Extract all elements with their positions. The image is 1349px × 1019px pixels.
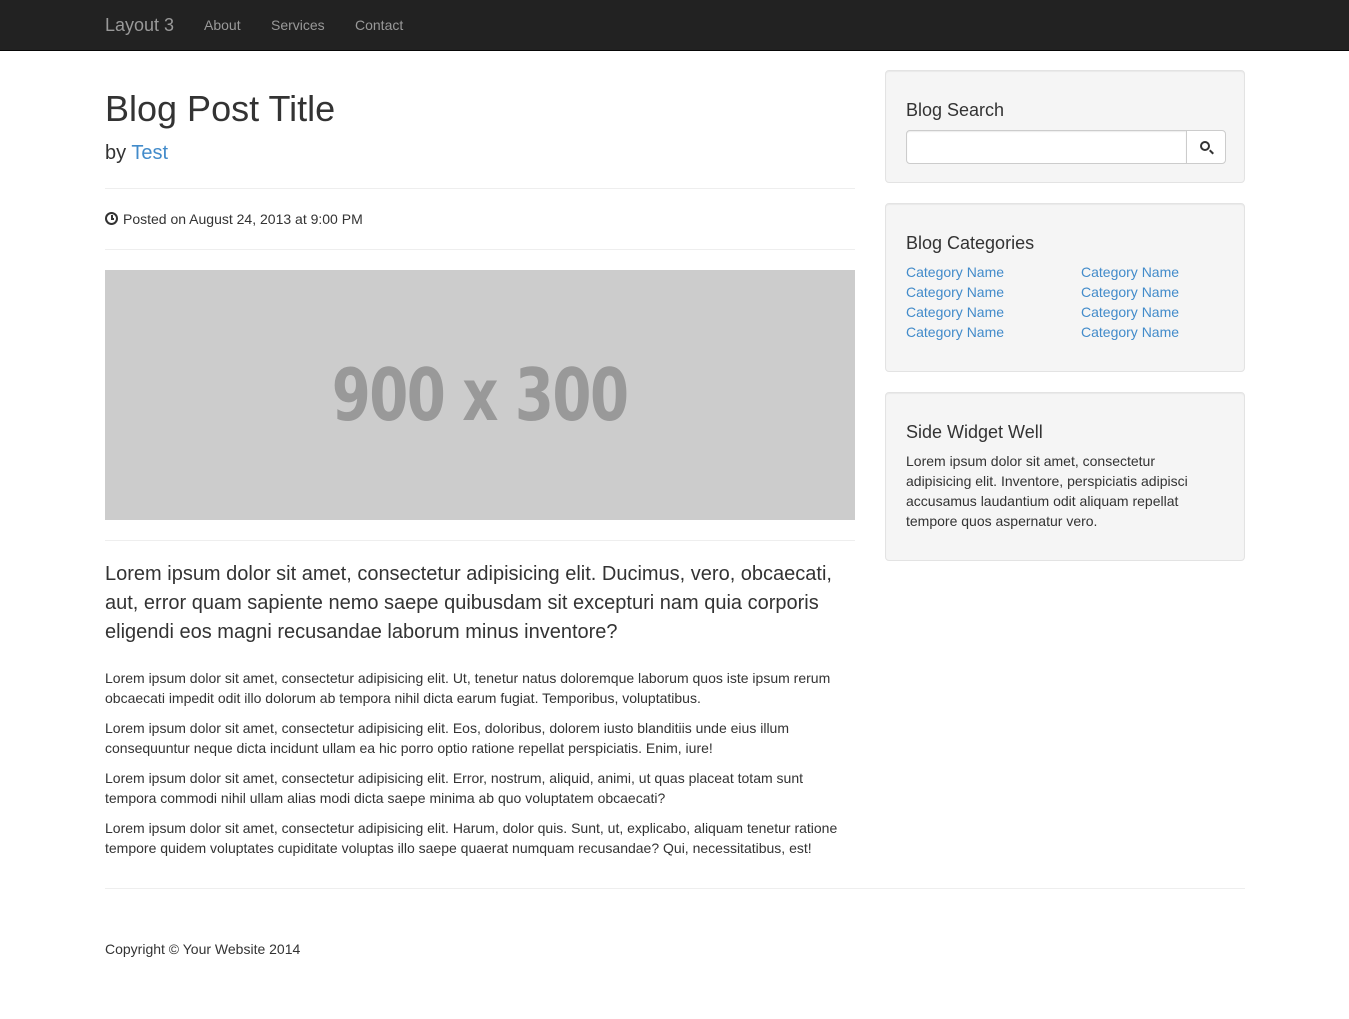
copyright: Copyright © Your Website 2014	[105, 941, 301, 957]
category-link[interactable]: Category Name	[906, 284, 1004, 300]
categories-column-right: Category Name Category Name Category Nam…	[1081, 262, 1241, 342]
category-link[interactable]: Category Name	[1081, 304, 1179, 320]
widget-text: Lorem ipsum dolor sit amet, consectetur …	[906, 453, 1188, 529]
search-icon	[1200, 141, 1210, 151]
list-item: Category Name	[1081, 322, 1241, 342]
post-paragraph: Lorem ipsum dolor sit amet, consectetur …	[105, 820, 838, 856]
top-navbar: Layout 3 About Services Contact	[0, 0, 1349, 51]
list-item: Category Name	[1081, 262, 1241, 282]
category-link[interactable]: Category Name	[906, 304, 1004, 320]
placeholder-label: 900 x 300	[332, 353, 629, 437]
post-paragraph: Lorem ipsum dolor sit amet, consectetur …	[105, 670, 831, 706]
post-date: Posted on August 24, 2013 at 9:00 PM	[105, 209, 363, 229]
post-title: Blog Post Title	[105, 88, 336, 129]
categories-title: Blog Categories	[906, 233, 1035, 253]
search-well: Blog Search	[885, 70, 1245, 183]
divider	[105, 540, 855, 541]
list-item: Category Name	[906, 322, 1066, 342]
search-input[interactable]	[906, 130, 1187, 164]
nav-link-services[interactable]: Services	[271, 15, 325, 35]
clock-icon	[105, 212, 118, 225]
list-item: Category Name	[1081, 282, 1241, 302]
nav-link-contact[interactable]: Contact	[355, 15, 403, 35]
post-image-placeholder: 900 x 300	[105, 270, 855, 520]
category-link[interactable]: Category Name	[1081, 284, 1179, 300]
list-item: Category Name	[906, 302, 1066, 322]
footer-divider	[105, 888, 1245, 889]
categories-column-left: Category Name Category Name Category Nam…	[906, 262, 1066, 342]
post-paragraph: Lorem ipsum dolor sit amet, consectetur …	[105, 770, 803, 806]
categories-well: Blog Categories Category Name Category N…	[885, 203, 1245, 372]
category-link[interactable]: Category Name	[1081, 264, 1179, 280]
search-group	[906, 130, 1226, 164]
nav-link-about[interactable]: About	[204, 15, 241, 35]
category-link[interactable]: Category Name	[906, 264, 1004, 280]
side-widget-well: Side Widget Well Lorem ipsum dolor sit a…	[885, 392, 1245, 561]
brand-link[interactable]: Layout 3	[105, 14, 174, 36]
list-item: Category Name	[1081, 302, 1241, 322]
category-link[interactable]: Category Name	[906, 324, 1004, 340]
post-lead: Lorem ipsum dolor sit amet, consectetur …	[105, 563, 832, 643]
widget-title: Side Widget Well	[906, 422, 1043, 442]
list-item: Category Name	[906, 262, 1066, 282]
category-link[interactable]: Category Name	[1081, 324, 1179, 340]
post-paragraph: Lorem ipsum dolor sit amet, consectetur …	[105, 720, 789, 756]
list-item: Category Name	[906, 282, 1066, 302]
search-button[interactable]	[1186, 130, 1226, 164]
byline-prefix: by	[105, 142, 127, 164]
divider	[105, 188, 855, 189]
post-byline: by Test	[105, 141, 168, 165]
author-link[interactable]: Test	[131, 142, 168, 164]
post-date-text: Posted on August 24, 2013 at 9:00 PM	[123, 211, 363, 227]
search-title: Blog Search	[906, 100, 1005, 120]
divider	[105, 249, 855, 250]
